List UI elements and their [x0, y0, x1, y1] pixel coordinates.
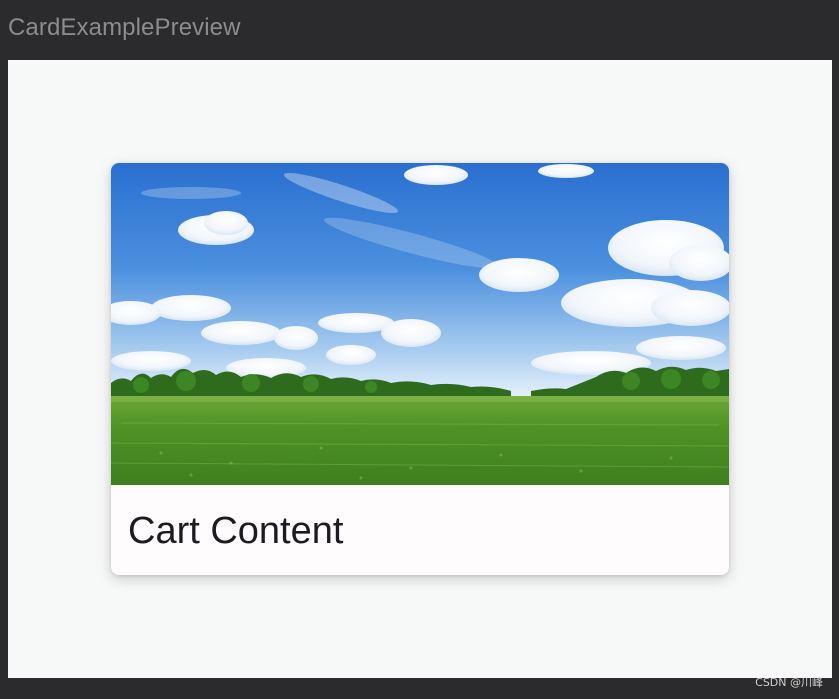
card-content-text: Cart Content	[128, 510, 344, 552]
preview-canvas: Cart Content	[8, 60, 832, 678]
title-bar: CardExamplePreview	[0, 0, 839, 60]
landscape-image	[111, 163, 729, 485]
watermark: CSDN @川峰	[755, 676, 823, 689]
card[interactable]: Cart Content	[111, 163, 729, 575]
landscape-photo-icon	[111, 163, 729, 485]
preview-title: CardExamplePreview	[8, 14, 241, 41]
